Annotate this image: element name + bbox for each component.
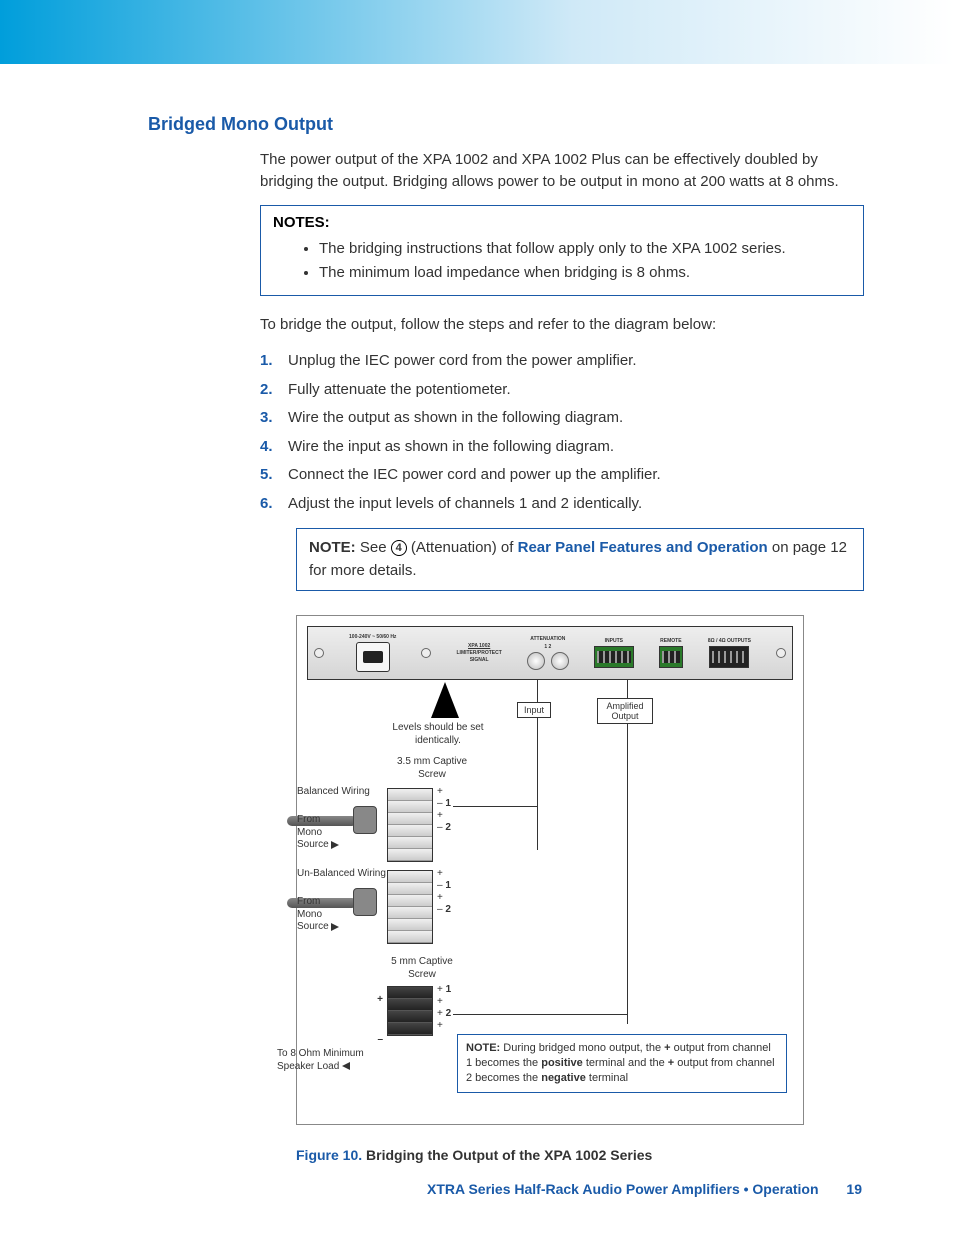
note-label: NOTE: — [309, 539, 356, 556]
figure-caption: Figure 10. Bridging the Output of the XP… — [296, 1147, 864, 1163]
input-callout: Input — [517, 702, 551, 718]
unbalanced-label: Un-Balanced Wiring — [297, 868, 386, 881]
arrow-left-icon — [342, 1062, 350, 1070]
input-connector-icon — [594, 646, 634, 668]
arrow-right-icon — [331, 923, 339, 931]
channel-labels: 1 2 — [544, 644, 551, 650]
note-label: NOTE: — [466, 1042, 500, 1054]
note-plus: + — [668, 1057, 674, 1069]
note-text: During bridged mono output, the — [503, 1042, 664, 1054]
wiring-diagram: 100-240V ~ 50/60 Hz XPA 1002 LIMITER/PRO… — [296, 615, 804, 1125]
arrow-icon — [431, 682, 459, 718]
notes-title: NOTES: — [273, 214, 851, 231]
notes-box: NOTES: The bridging instructions that fo… — [260, 205, 864, 296]
notes-list: The bridging instructions that follow ap… — [319, 237, 851, 285]
notes-item: The bridging instructions that follow ap… — [319, 237, 851, 261]
steps-list: Unplug the IEC power cord from the power… — [260, 347, 864, 518]
cable-connector-icon — [353, 888, 377, 916]
screw-icon — [421, 648, 431, 658]
leader-line — [537, 680, 538, 702]
screw-icon — [314, 648, 324, 658]
terminal-block-icon — [387, 870, 433, 944]
power-spec-label: 100-240V ~ 50/60 Hz — [349, 634, 396, 640]
signal-label: SIGNAL — [470, 657, 489, 663]
leader-line — [453, 1014, 627, 1015]
note-positive: positive — [541, 1057, 583, 1069]
leader-line — [453, 806, 537, 807]
note-text-mid: (Attenuation) of — [411, 539, 518, 556]
terminal-marks: + – 1 + – 2 — [437, 868, 451, 916]
intro-paragraph: The power output of the XPA 1002 and XPA… — [260, 149, 864, 193]
potentiometer-icon — [527, 652, 545, 670]
balanced-label: Balanced Wiring — [297, 786, 370, 799]
section-heading: Bridged Mono Output — [148, 114, 864, 135]
output-callout: Amplified Output — [597, 698, 653, 724]
circled-number-icon: 4 — [391, 540, 407, 556]
terminal-marks: + 1 + + 2 + — [437, 984, 451, 1032]
step-item: Wire the input as shown in the following… — [260, 433, 864, 462]
model-label: XPA 1002 — [468, 643, 490, 649]
attenuation-label: ATTENUATION — [530, 636, 565, 642]
arrow-right-icon — [331, 841, 339, 849]
note-text: terminal and the — [586, 1057, 668, 1069]
leader-line — [627, 724, 628, 1024]
from-mono-label: From Mono Source — [297, 814, 347, 852]
polarity-minus: – — [359, 1034, 383, 1047]
polarity-plus: + — [359, 994, 383, 1007]
figure-number: Figure 10. — [296, 1147, 362, 1163]
page-header-bar — [0, 0, 954, 64]
note-negative: negative — [541, 1072, 586, 1084]
terminal-marks: + – 1 + – 2 — [437, 786, 451, 834]
note-text-prefix: See — [360, 539, 391, 556]
remote-connector-icon — [659, 646, 683, 668]
notes-item: The minimum load impedance when bridging… — [319, 261, 851, 285]
output-connector-icon — [709, 646, 749, 668]
footer-page-number: 19 — [846, 1181, 862, 1197]
step-item: Adjust the input levels of channels 1 an… — [260, 490, 864, 519]
terminal-block-icon — [387, 788, 433, 862]
from-mono-label: From Mono Source — [297, 896, 347, 934]
leader-line — [537, 718, 538, 850]
output-terminal-block-icon — [387, 986, 433, 1036]
speaker-load-label: To 8 Ohm Minimum Speaker Load — [277, 1048, 387, 1073]
step-item: Connect the IEC power cord and power up … — [260, 461, 864, 490]
note-inline: NOTE: See 4 (Attenuation) of Rear Panel … — [296, 528, 864, 591]
captive-35-label: 3.5 mm Captive Screw — [387, 756, 477, 781]
note-text: terminal — [589, 1072, 628, 1084]
bridge-intro: To bridge the output, follow the steps a… — [260, 314, 864, 336]
remote-header: REMOTE — [660, 638, 681, 644]
footer-doc-title: XTRA Series Half-Rack Audio Power Amplif… — [427, 1181, 819, 1197]
amplifier-rear-panel: 100-240V ~ 50/60 Hz XPA 1002 LIMITER/PRO… — [307, 626, 793, 680]
cross-reference-link[interactable]: Rear Panel Features and Operation — [518, 539, 768, 556]
screw-icon — [776, 648, 786, 658]
page-content: Bridged Mono Output The power output of … — [0, 64, 954, 1163]
captive-5-label: 5 mm Captive Screw — [377, 956, 467, 981]
levels-note: Levels should be set identically. — [383, 722, 493, 747]
note-plus: + — [664, 1042, 670, 1054]
step-item: Wire the output as shown in the followin… — [260, 404, 864, 433]
diagram-note-box: NOTE: During bridged mono output, the + … — [457, 1034, 787, 1093]
inputs-header: INPUTS — [605, 638, 623, 644]
iec-socket-icon — [356, 642, 390, 672]
limiter-label: LIMITER/PROTECT — [457, 650, 502, 656]
figure-title: Bridging the Output of the XPA 1002 Seri… — [366, 1147, 652, 1163]
outputs-header: 8Ω / 4Ω OUTPUTS — [708, 638, 751, 644]
step-item: Fully attenuate the potentiometer. — [260, 376, 864, 405]
potentiometer-icon — [551, 652, 569, 670]
step-item: Unplug the IEC power cord from the power… — [260, 347, 864, 376]
page-footer: XTRA Series Half-Rack Audio Power Amplif… — [0, 1181, 954, 1197]
cable-connector-icon — [353, 806, 377, 834]
